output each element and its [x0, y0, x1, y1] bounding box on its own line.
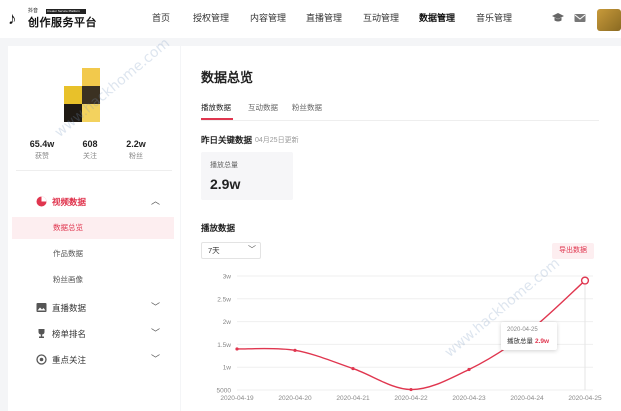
chevron-down-icon: ﹀ [151, 328, 161, 338]
page-title: 数据总览 [201, 70, 254, 85]
x-tick-label: 2020-04-22 [394, 395, 428, 402]
pie-chart-icon [36, 196, 47, 207]
chevron-up-icon: ︿ [151, 196, 161, 206]
play-data-section-title: 播放数据 [201, 223, 236, 233]
data-point [293, 348, 297, 352]
tooltip-label-text: 播放总量 [507, 338, 533, 345]
tooltip-value: 2.9w [535, 338, 550, 345]
mail-icon[interactable] [573, 12, 587, 24]
chevron-down-icon: ﹀ [151, 354, 161, 364]
logo-title: 创作服务平台 [28, 17, 97, 29]
active-tab-indicator [201, 118, 233, 120]
chevron-down-icon: ﹀ [151, 302, 161, 312]
nav-item-content[interactable]: 内容管理 [250, 12, 286, 24]
chevron-down-icon: ﹀ [248, 245, 256, 254]
chart-tooltip: 2020-04-25 播放总量 2.9w [501, 322, 557, 350]
following-count: 608 [82, 139, 98, 149]
sidebar-group-label: 视频数据 [52, 197, 87, 207]
data-point [235, 347, 239, 351]
tab-play-data[interactable]: 播放数据 [201, 103, 231, 113]
play-data-line-chart[interactable]: 5000 1w 1.5w 2w 2.5w 3w 2020-04-19 2020-04-20 20… [201, 266, 621, 411]
top-bar: ♪ 抖音 Creator Service Platform 创作服务平台 首页 … [0, 0, 621, 38]
x-tick-label: 2020-04-25 [568, 395, 602, 402]
x-tick-label: 2020-04-23 [452, 395, 486, 402]
sidebar-group-label: 榜单排名 [52, 329, 87, 339]
sidebar-group-label: 重点关注 [52, 355, 87, 365]
sidebar-item-label: 作品数据 [53, 249, 83, 258]
sidebar-item-works-data[interactable]: 作品数据 [12, 243, 174, 265]
x-tick-label: 2020-04-21 [336, 395, 370, 402]
divider [16, 170, 172, 171]
sidebar-item-fans-portrait[interactable]: 粉丝画像 [12, 269, 174, 291]
logo-small-text: 抖音 [28, 8, 39, 14]
data-point [351, 366, 355, 371]
graduation-cap-icon[interactable] [551, 12, 565, 24]
tab-interaction-data[interactable]: 互动数据 [248, 103, 278, 113]
left-panel: 65.4w 获赞 608 关注 2.2w 粉丝 视频数据 ︿ 数据总览 作品数据… [8, 46, 180, 411]
tab-fans-data[interactable]: 粉丝数据 [292, 103, 322, 113]
sidebar-group-focus[interactable]: 重点关注 ﹀ [8, 349, 180, 371]
tabs-divider [201, 120, 599, 121]
sidebar-item-label: 数据总览 [53, 223, 83, 232]
x-tick-label: 2020-04-24 [510, 395, 544, 402]
update-date-text: 04月25日更新 [255, 137, 299, 144]
export-data-label: 导出数据 [559, 247, 587, 254]
kpi-label: 播放总量 [210, 162, 238, 169]
following-label: 关注 [83, 153, 97, 160]
y-tick-label: 1.5w [217, 342, 231, 349]
profile-avatar[interactable] [64, 68, 110, 126]
nav-item-live[interactable]: 直播管理 [306, 12, 342, 24]
image-icon [36, 303, 47, 312]
sidebar-group-label: 直播数据 [52, 303, 87, 313]
data-point-highlighted [580, 276, 590, 285]
sidebar-item-label: 粉丝画像 [53, 275, 83, 284]
date-range-select[interactable]: 7天 ﹀ [201, 242, 261, 259]
tooltip-date: 2020-04-25 [507, 327, 538, 333]
sidebar-group-live-data[interactable]: 直播数据 ﹀ [8, 297, 180, 319]
fans-count: 2.2w [126, 139, 146, 149]
y-tick-label: 1w [223, 365, 232, 372]
platform-logo[interactable]: ♪ 抖音 Creator Service Platform 创作服务平台 [8, 8, 98, 32]
douyin-logo-icon: ♪ [8, 9, 17, 28]
user-avatar[interactable] [597, 9, 621, 31]
y-tick-label: 5000 [217, 388, 232, 395]
likes-label: 获赞 [35, 153, 49, 160]
y-tick-label: 2w [223, 319, 232, 326]
y-tick-label: 3w [223, 274, 232, 281]
x-tick-label: 2020-04-20 [278, 395, 312, 402]
nav-item-authorization[interactable]: 授权管理 [193, 12, 229, 24]
y-tick-label: 2.5w [217, 296, 231, 303]
nav-item-home[interactable]: 首页 [152, 12, 170, 24]
nav-item-interaction[interactable]: 互动管理 [363, 12, 399, 24]
target-icon [36, 354, 47, 365]
nav-item-data[interactable]: 数据管理 [419, 12, 455, 24]
main-panel: 数据总览 播放数据 互动数据 粉丝数据 昨日关键数据 04月25日更新 播放总量… [181, 46, 621, 411]
yesterday-section-title: 昨日关键数据 [201, 135, 253, 145]
x-tick-label: 2020-04-19 [220, 395, 254, 402]
date-range-value: 7天 [208, 246, 220, 255]
kpi-value: 2.9w [210, 176, 241, 192]
data-point [467, 367, 471, 372]
sidebar-item-data-overview[interactable]: 数据总览 [12, 217, 174, 239]
sidebar-group-ranking[interactable]: 榜单排名 ﹀ [8, 323, 180, 345]
kpi-card-total-plays: 播放总量 2.9w [201, 152, 293, 200]
fans-label: 粉丝 [129, 153, 143, 160]
tooltip-label: 播放总量 2.9w [507, 337, 549, 346]
sidebar-group-video-data[interactable]: 视频数据 ︿ [8, 191, 180, 213]
export-data-button[interactable]: 导出数据 [552, 243, 594, 259]
likes-count: 65.4w [29, 139, 55, 149]
trophy-icon [38, 329, 45, 338]
nav-item-music[interactable]: 音乐管理 [476, 12, 512, 24]
data-point [409, 387, 413, 392]
logo-badge: Creator Service Platform [46, 9, 86, 14]
